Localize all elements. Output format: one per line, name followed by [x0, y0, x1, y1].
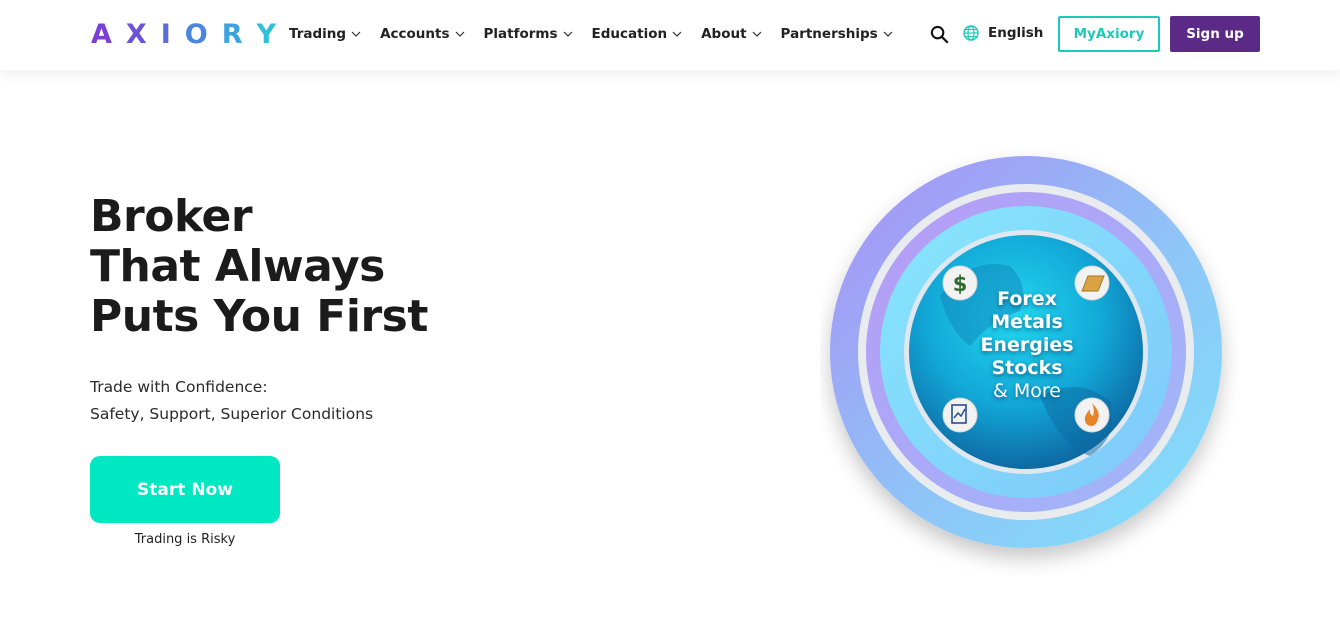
- language-selector[interactable]: English: [963, 25, 1043, 41]
- nav-item-label: Education: [591, 26, 668, 42]
- logo-letter: O: [184, 18, 222, 50]
- hero-subtitle: Trade with Confidence: Safety, Support, …: [90, 374, 373, 428]
- flame-icon: [1074, 397, 1110, 433]
- nav-item-accounts[interactable]: Accounts: [380, 26, 464, 42]
- stock-chart-icon: [942, 397, 978, 433]
- logo-letter: A: [91, 18, 126, 50]
- logo-letter: R: [221, 18, 257, 50]
- nav-item-label: Platforms: [483, 26, 558, 42]
- market-label: Forex: [997, 288, 1057, 310]
- nav-item-partnerships[interactable]: Partnerships: [781, 26, 893, 42]
- nav-item-trading[interactable]: Trading: [289, 26, 361, 42]
- logo-letter: Y: [256, 18, 291, 50]
- chevron-down-icon: [752, 31, 761, 37]
- market-label: Energies: [980, 334, 1074, 356]
- axiory-logo[interactable]: A X I O R Y: [91, 18, 291, 50]
- nav-item-education[interactable]: Education: [592, 26, 683, 42]
- hero-title-line: Puts You First: [90, 291, 428, 342]
- chevron-down-icon: [563, 31, 572, 37]
- hero-subtitle-line: Trade with Confidence:: [90, 378, 268, 396]
- nav-item-label: Trading: [289, 26, 347, 42]
- hero-title-line: That Always: [90, 241, 385, 292]
- logo-letter: X: [125, 18, 161, 50]
- start-now-button[interactable]: Start Now: [90, 456, 280, 523]
- chevron-down-icon: [883, 31, 893, 37]
- myaxiory-button[interactable]: MyAxiory: [1058, 16, 1160, 52]
- hero-title: Broker That Always Puts You First: [90, 192, 428, 342]
- risk-warning: Trading is Risky: [134, 532, 236, 547]
- market-label: Metals: [991, 311, 1063, 333]
- hero-title-line: Broker: [90, 191, 253, 242]
- logo-letter: I: [160, 18, 185, 50]
- nav-item-label: About: [701, 26, 747, 42]
- market-label: Stocks: [991, 357, 1063, 379]
- main-nav: Trading Accounts Platforms Education Abo…: [289, 24, 912, 44]
- language-label: English: [988, 25, 1044, 41]
- chevron-down-icon: [455, 31, 464, 37]
- globe-icon: [963, 25, 979, 41]
- nav-item-label: Accounts: [380, 26, 450, 42]
- hero-subtitle-line: Safety, Support, Superior Conditions: [90, 405, 374, 423]
- markets-list: Forex Metals Energies Stocks & More: [966, 288, 1088, 403]
- search-icon[interactable]: [930, 25, 949, 44]
- site-header: A X I O R Y Trading Accounts Platforms E…: [0, 0, 1340, 70]
- chevron-down-icon: [672, 31, 682, 37]
- nav-item-label: Partnerships: [780, 26, 878, 42]
- sign-up-button[interactable]: Sign up: [1170, 16, 1260, 52]
- market-more-label: & More: [993, 380, 1061, 402]
- nav-item-about[interactable]: About: [701, 26, 761, 42]
- chevron-down-icon: [351, 31, 361, 37]
- nav-item-platforms[interactable]: Platforms: [484, 26, 573, 42]
